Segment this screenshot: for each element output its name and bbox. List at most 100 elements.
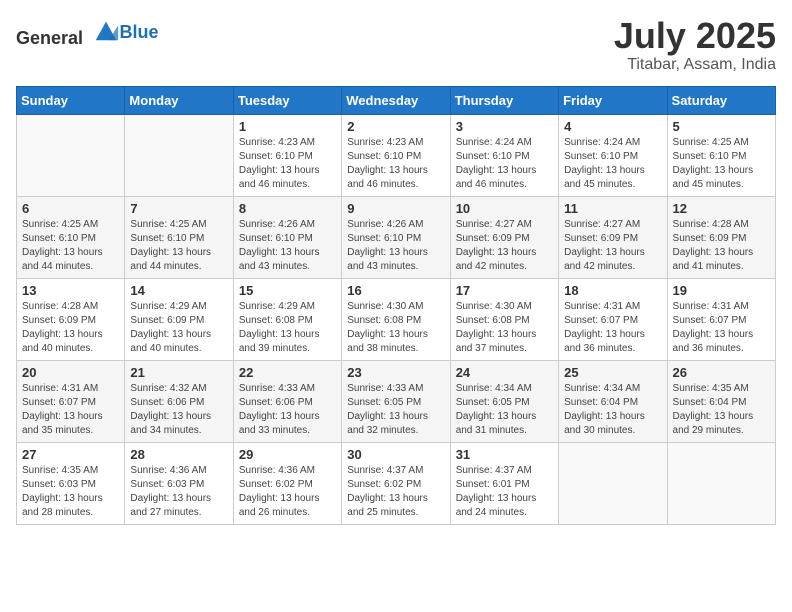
calendar-cell: 29Sunrise: 4:36 AM Sunset: 6:02 PM Dayli… — [233, 442, 341, 524]
day-number: 26 — [673, 365, 770, 380]
weekday-header-sunday: Sunday — [17, 86, 125, 114]
day-number: 9 — [347, 201, 444, 216]
calendar-cell: 11 Sunrise: 4:27 AM Sunset: 6:09 PM Dayli… — [559, 196, 667, 278]
calendar-cell — [17, 114, 125, 196]
weekday-header-monday: Monday — [125, 86, 233, 114]
calendar-cell: 19Sunrise: 4:31 AM Sunset: 6:07 PM Dayli… — [667, 278, 775, 360]
month-year-title: July 2025 — [614, 16, 776, 56]
day-info: Sunrise: 4:33 AM Sunset: 6:06 PM Dayligh… — [239, 382, 336, 438]
calendar-cell: 9 Sunrise: 4:26 AM Sunset: 6:10 PM Daylig… — [342, 196, 450, 278]
day-info: Sunrise: 4:31 AM Sunset: 6:07 PM Dayligh… — [564, 300, 661, 356]
calendar-cell: 17 Sunrise: 4:30 AM Sunset: 6:08 PM Dayli… — [450, 278, 558, 360]
day-info: Sunrise: 4:25 AM Sunset: 6:10 PM Dayligh… — [22, 218, 119, 274]
day-info: Sunrise: 4:28 AM Sunset: 6:09 PM Dayligh… — [22, 300, 119, 356]
calendar-cell: 22Sunrise: 4:33 AM Sunset: 6:06 PM Dayli… — [233, 360, 341, 442]
weekday-header-saturday: Saturday — [667, 86, 775, 114]
calendar-cell: 12 Sunrise: 4:28 AM Sunset: 6:09 PM Dayli… — [667, 196, 775, 278]
day-number: 10 — [456, 201, 553, 216]
day-number: 23 — [347, 365, 444, 380]
day-info: Sunrise: 4:36 AM Sunset: 6:03 PM Dayligh… — [130, 464, 227, 520]
day-number: 3 — [456, 119, 553, 134]
calendar-table: SundayMondayTuesdayWednesdayThursdayFrid… — [16, 86, 776, 525]
day-info: Sunrise: 4:26 AM Sunset: 6:10 PM Dayligh… — [347, 218, 444, 274]
day-info: Sunrise: 4:27 AM Sunset: 6:09 PM Dayligh… — [456, 218, 553, 274]
day-number: 7 — [130, 201, 227, 216]
logo-blue-text: Blue — [120, 22, 159, 42]
day-info: Sunrise: 4:32 AM Sunset: 6:06 PM Dayligh… — [130, 382, 227, 438]
calendar-cell: 20 Sunrise: 4:31 AM Sunset: 6:07 PM Dayli… — [17, 360, 125, 442]
day-number: 5 — [673, 119, 770, 134]
day-info: Sunrise: 4:24 AM Sunset: 6:10 PM Dayligh… — [564, 136, 661, 192]
day-number: 15 — [239, 283, 336, 298]
calendar-cell: 7 Sunrise: 4:25 AM Sunset: 6:10 PM Daylig… — [125, 196, 233, 278]
day-number: 18 — [564, 283, 661, 298]
calendar-cell: 23 Sunrise: 4:33 AM Sunset: 6:05 PM Dayli… — [342, 360, 450, 442]
day-number: 11 — [564, 201, 661, 216]
calendar-cell: 3 Sunrise: 4:24 AM Sunset: 6:10 PM Daylig… — [450, 114, 558, 196]
logo-icon — [92, 16, 120, 44]
calendar-cell: 28Sunrise: 4:36 AM Sunset: 6:03 PM Dayli… — [125, 442, 233, 524]
calendar-cell: 5 Sunrise: 4:25 AM Sunset: 6:10 PM Daylig… — [667, 114, 775, 196]
calendar-cell: 8Sunrise: 4:26 AM Sunset: 6:10 PM Daylig… — [233, 196, 341, 278]
calendar-header-row: SundayMondayTuesdayWednesdayThursdayFrid… — [17, 86, 776, 114]
day-info: Sunrise: 4:28 AM Sunset: 6:09 PM Dayligh… — [673, 218, 770, 274]
day-info: Sunrise: 4:34 AM Sunset: 6:05 PM Dayligh… — [456, 382, 553, 438]
calendar-week-5: 27Sunrise: 4:35 AM Sunset: 6:03 PM Dayli… — [17, 442, 776, 524]
calendar-cell: 4 Sunrise: 4:24 AM Sunset: 6:10 PM Daylig… — [559, 114, 667, 196]
calendar-cell — [125, 114, 233, 196]
day-number: 30 — [347, 447, 444, 462]
day-info: Sunrise: 4:24 AM Sunset: 6:10 PM Dayligh… — [456, 136, 553, 192]
day-info: Sunrise: 4:35 AM Sunset: 6:04 PM Dayligh… — [673, 382, 770, 438]
calendar-week-2: 6 Sunrise: 4:25 AM Sunset: 6:10 PM Daylig… — [17, 196, 776, 278]
day-info: Sunrise: 4:33 AM Sunset: 6:05 PM Dayligh… — [347, 382, 444, 438]
day-info: Sunrise: 4:25 AM Sunset: 6:10 PM Dayligh… — [673, 136, 770, 192]
day-number: 13 — [22, 283, 119, 298]
calendar-cell: 14Sunrise: 4:29 AM Sunset: 6:09 PM Dayli… — [125, 278, 233, 360]
day-info: Sunrise: 4:23 AM Sunset: 6:10 PM Dayligh… — [239, 136, 336, 192]
calendar-cell: 16 Sunrise: 4:30 AM Sunset: 6:08 PM Dayli… — [342, 278, 450, 360]
day-info: Sunrise: 4:31 AM Sunset: 6:07 PM Dayligh… — [22, 382, 119, 438]
day-info: Sunrise: 4:35 AM Sunset: 6:03 PM Dayligh… — [22, 464, 119, 520]
calendar-cell: 30 Sunrise: 4:37 AM Sunset: 6:02 PM Dayli… — [342, 442, 450, 524]
day-info: Sunrise: 4:37 AM Sunset: 6:02 PM Dayligh… — [347, 464, 444, 520]
calendar-cell: 1 Sunrise: 4:23 AM Sunset: 6:10 PM Daylig… — [233, 114, 341, 196]
calendar-cell: 15Sunrise: 4:29 AM Sunset: 6:08 PM Dayli… — [233, 278, 341, 360]
calendar-cell: 31 Sunrise: 4:37 AM Sunset: 6:01 PM Dayli… — [450, 442, 558, 524]
calendar-week-4: 20 Sunrise: 4:31 AM Sunset: 6:07 PM Dayli… — [17, 360, 776, 442]
calendar-cell: 25Sunrise: 4:34 AM Sunset: 6:04 PM Dayli… — [559, 360, 667, 442]
calendar-cell: 10 Sunrise: 4:27 AM Sunset: 6:09 PM Dayli… — [450, 196, 558, 278]
day-number: 21 — [130, 365, 227, 380]
day-number: 6 — [22, 201, 119, 216]
title-block: July 2025 Titabar, Assam, India — [614, 16, 776, 74]
calendar-cell — [667, 442, 775, 524]
calendar-week-1: 1 Sunrise: 4:23 AM Sunset: 6:10 PM Daylig… — [17, 114, 776, 196]
calendar-cell: 13 Sunrise: 4:28 AM Sunset: 6:09 PM Dayli… — [17, 278, 125, 360]
day-info: Sunrise: 4:30 AM Sunset: 6:08 PM Dayligh… — [347, 300, 444, 356]
day-number: 2 — [347, 119, 444, 134]
day-number: 1 — [239, 119, 336, 134]
weekday-header-friday: Friday — [559, 86, 667, 114]
day-number: 12 — [673, 201, 770, 216]
day-info: Sunrise: 4:25 AM Sunset: 6:10 PM Dayligh… — [130, 218, 227, 274]
day-number: 8 — [239, 201, 336, 216]
day-number: 16 — [347, 283, 444, 298]
day-info: Sunrise: 4:37 AM Sunset: 6:01 PM Dayligh… — [456, 464, 553, 520]
day-number: 17 — [456, 283, 553, 298]
calendar-cell: 6 Sunrise: 4:25 AM Sunset: 6:10 PM Daylig… — [17, 196, 125, 278]
calendar-cell: 21 Sunrise: 4:32 AM Sunset: 6:06 PM Dayli… — [125, 360, 233, 442]
day-number: 20 — [22, 365, 119, 380]
location-subtitle: Titabar, Assam, India — [614, 56, 776, 74]
day-info: Sunrise: 4:29 AM Sunset: 6:09 PM Dayligh… — [130, 300, 227, 356]
weekday-header-tuesday: Tuesday — [233, 86, 341, 114]
logo: General Blue — [16, 16, 159, 49]
day-number: 31 — [456, 447, 553, 462]
day-number: 19 — [673, 283, 770, 298]
calendar-cell: 18 Sunrise: 4:31 AM Sunset: 6:07 PM Dayli… — [559, 278, 667, 360]
calendar-cell: 26 Sunrise: 4:35 AM Sunset: 6:04 PM Dayli… — [667, 360, 775, 442]
day-number: 25 — [564, 365, 661, 380]
day-info: Sunrise: 4:30 AM Sunset: 6:08 PM Dayligh… — [456, 300, 553, 356]
calendar-cell — [559, 442, 667, 524]
day-info: Sunrise: 4:27 AM Sunset: 6:09 PM Dayligh… — [564, 218, 661, 274]
page-header: General Blue July 2025 Titabar, Assam, I… — [16, 16, 776, 74]
day-number: 4 — [564, 119, 661, 134]
